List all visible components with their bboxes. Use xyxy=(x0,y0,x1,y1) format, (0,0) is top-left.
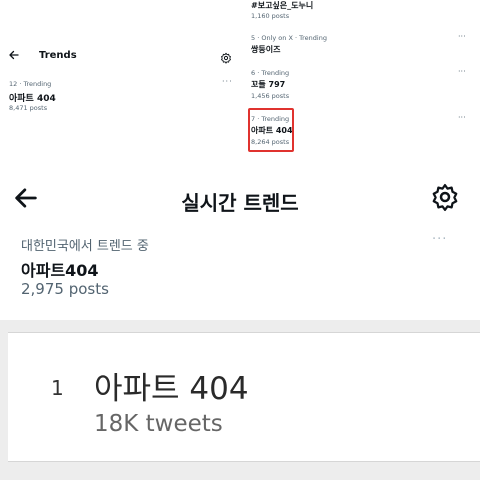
more-icon[interactable]: ··· xyxy=(432,232,447,247)
trend-posts: 8,471 posts xyxy=(9,104,48,112)
trend-rank: 1 xyxy=(51,376,64,400)
trend-meta: 5 · Only on X · Trending xyxy=(251,34,327,42)
more-icon[interactable]: ··· xyxy=(458,113,466,122)
page-title: 실시간 트렌드 xyxy=(181,191,299,215)
trend-rank-panel: 1 아파트 404 18K tweets xyxy=(0,320,480,480)
realtime-trends-panel: 실시간 트렌드 대한민국에서 트렌드 중 아파트404 2,975 posts … xyxy=(0,170,480,320)
more-icon[interactable]: ··· xyxy=(458,32,466,41)
back-arrow-icon[interactable] xyxy=(8,48,20,64)
trend-name: 아파트 404 xyxy=(9,94,56,104)
highlight-box xyxy=(248,108,294,152)
trend-posts: 2,975 posts xyxy=(21,280,109,298)
trend-meta: 대한민국에서 트렌드 중 xyxy=(21,239,149,254)
trend-name: 아파트 404 xyxy=(94,371,249,407)
trend-tweet-count: 18K tweets xyxy=(94,411,223,437)
gear-icon[interactable] xyxy=(430,182,460,216)
trend-name: #보고싶은_도누니 xyxy=(251,1,314,10)
trend-meta: 12 · Trending xyxy=(9,80,52,88)
trends-list-panel: #보고싶은_도누니 1,160 posts 5 · Only on X · Tr… xyxy=(240,0,480,170)
trend-name: 쌍둥이즈 xyxy=(251,45,281,54)
trend-posts: 1,456 posts xyxy=(251,92,290,100)
trend-meta: 6 · Trending xyxy=(251,69,290,77)
trend-name: 아파트404 xyxy=(21,261,99,280)
trend-posts: 1,160 posts xyxy=(251,12,290,20)
more-icon[interactable]: ··· xyxy=(222,77,233,86)
page-title: Trends xyxy=(39,50,77,61)
trends-panel-small: Trends 12 · Trending 아파트 404 8,471 posts… xyxy=(0,0,240,170)
trend-card[interactable]: 1 아파트 404 18K tweets xyxy=(8,332,480,462)
more-icon[interactable]: ··· xyxy=(458,67,466,76)
gear-icon[interactable] xyxy=(220,49,232,68)
trend-name: 꼬들 797 xyxy=(251,80,286,89)
